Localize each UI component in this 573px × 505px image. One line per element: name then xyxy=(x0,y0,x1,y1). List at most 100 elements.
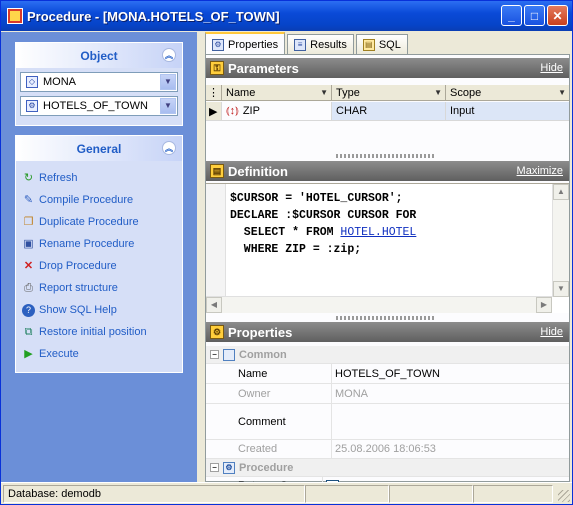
refresh-icon: ↻ xyxy=(23,171,34,184)
parameters-icon: ⚿ xyxy=(210,61,224,75)
task-compile-procedure[interactable]: ✎ Compile Procedure xyxy=(16,189,182,211)
sql-editor[interactable]: $CURSOR = 'HOTEL_CURSOR'; DECLARE :$CURSO… xyxy=(206,183,569,313)
parameter-icon: ⦅↕⦆ xyxy=(226,104,239,117)
scroll-down-icon[interactable]: ▼ xyxy=(553,281,569,297)
property-name-row[interactable]: Name HOTELS_OF_TOWN xyxy=(206,364,569,384)
execute-icon: ▶ xyxy=(24,347,33,360)
title-bar[interactable]: Procedure - [MONA.HOTELS_OF_TOWN] _ □ ✕ xyxy=(1,1,572,31)
editor-gutter xyxy=(206,184,226,313)
tab-properties[interactable]: ⚙ Properties xyxy=(205,32,286,55)
task-show-sql-help[interactable]: ? Show SQL Help xyxy=(16,299,182,321)
code-line: DECLARE :$CURSOR CURSOR FOR xyxy=(230,209,417,222)
maximize-button[interactable]: □ xyxy=(524,5,545,26)
task-report-structure[interactable]: ⎙ Report structure xyxy=(16,277,182,299)
column-scope[interactable]: Scope ▼ xyxy=(446,85,569,100)
property-created-row: Created 25.08.2006 18:06:53 xyxy=(206,440,569,459)
report-icon: ⎙ xyxy=(24,281,33,294)
row-indicator-icon: ▶ xyxy=(206,102,222,120)
grid-columns-icon[interactable]: ⋮ xyxy=(206,85,222,100)
scroll-left-icon[interactable]: ◀ xyxy=(206,297,222,313)
task-execute[interactable]: ▶ Execute xyxy=(16,343,182,365)
property-value: MONA xyxy=(335,387,368,400)
task-duplicate-procedure[interactable]: ❐ Duplicate Procedure xyxy=(16,211,182,233)
definition-title: Definition xyxy=(228,163,288,179)
param-type-cell[interactable]: CHAR xyxy=(332,102,446,120)
category-common[interactable]: − Common xyxy=(206,346,569,364)
procedure-combo[interactable]: ⚙ HOTELS_OF_TOWN ▼ xyxy=(20,96,178,116)
sql-icon: ▤ xyxy=(362,39,375,51)
general-group-header[interactable]: General ︽ xyxy=(16,136,182,161)
tab-label: Properties xyxy=(228,38,279,51)
procedure-value: HOTELS_OF_TOWN xyxy=(43,100,148,112)
property-value[interactable]: HOTELS_OF_TOWN xyxy=(332,364,569,383)
column-name[interactable]: Name ▼ xyxy=(222,85,332,100)
task-restore-initial-position[interactable]: ⧉ Restore initial position xyxy=(16,321,182,343)
object-group: Object ︽ ◇ MONA ▼ ⚙ HOTELS_OF_TOWN ▼ xyxy=(15,42,183,126)
close-button[interactable]: ✕ xyxy=(547,5,568,26)
horizontal-scrollbar[interactable]: ◀ ▶ xyxy=(206,296,552,313)
param-scope-cell[interactable]: Input xyxy=(446,102,569,120)
parameters-header: ⚿ Parameters Hide xyxy=(206,58,569,78)
task-rename-procedure[interactable]: ▣ Rename Procedure xyxy=(16,233,182,255)
database-combo[interactable]: ◇ MONA ▼ xyxy=(20,72,178,92)
code-line: $CURSOR = 'HOTEL_CURSOR'; xyxy=(230,192,403,205)
maximize-icon: □ xyxy=(530,8,539,23)
scroll-up-icon[interactable]: ▲ xyxy=(553,184,569,200)
database-value: MONA xyxy=(43,76,76,88)
collapse-icon[interactable]: ︽ xyxy=(162,141,176,155)
param-name-cell[interactable]: ⦅↕⦆ ZIP xyxy=(222,102,332,120)
property-value[interactable] xyxy=(332,404,569,439)
task-label: Refresh xyxy=(39,172,78,184)
procedure-icon: ⚙ xyxy=(26,100,38,112)
property-owner-row: Owner MONA xyxy=(206,384,569,404)
restore-icon: ⧉ xyxy=(24,325,33,338)
properties-icon: ⚙ xyxy=(212,38,224,51)
resize-grip[interactable] xyxy=(558,490,570,502)
code-block[interactable]: $CURSOR = 'HOTEL_CURSOR'; DECLARE :$CURSO… xyxy=(230,190,416,258)
splitter-handle[interactable] xyxy=(336,154,436,158)
tab-results[interactable]: ≡ Results xyxy=(287,34,354,55)
collapse-minus-icon[interactable]: − xyxy=(210,463,219,472)
code-line: WHERE ZIP = :zip; xyxy=(230,243,362,256)
window-title: Procedure - [MONA.HOTELS_OF_TOWN] xyxy=(27,8,280,24)
task-label: Rename Procedure xyxy=(39,238,135,250)
property-comment-row[interactable]: Comment xyxy=(206,404,569,440)
maximize-link[interactable]: Maximize xyxy=(517,165,563,177)
code-line: SELECT * FROM HOTEL.HOTEL xyxy=(230,226,417,239)
tab-bar: ⚙ Properties ≡ Results ▤ SQL xyxy=(205,32,410,55)
task-drop-procedure[interactable]: ✕ Drop Procedure xyxy=(16,255,182,277)
table-row[interactable]: ▶ ⦅↕⦆ ZIP CHAR Input xyxy=(206,102,569,121)
scroll-right-icon[interactable]: ▶ xyxy=(536,297,552,313)
definition-icon: ▤ xyxy=(210,164,224,178)
general-group-title: General xyxy=(76,141,122,156)
chevron-down-icon: ▼ xyxy=(558,88,566,97)
drop-icon: ✕ xyxy=(23,259,34,272)
column-type[interactable]: Type ▼ xyxy=(332,85,446,100)
task-refresh[interactable]: ↻ Refresh xyxy=(16,167,182,189)
procedure-window: Procedure - [MONA.HOTELS_OF_TOWN] _ □ ✕ … xyxy=(0,0,573,505)
tab-sql[interactable]: ▤ SQL xyxy=(355,34,408,55)
minimize-icon: _ xyxy=(508,8,515,23)
minimize-button[interactable]: _ xyxy=(501,5,522,26)
object-group-title: Object xyxy=(80,48,118,63)
task-label: Duplicate Procedure xyxy=(39,216,139,228)
chevron-down-icon: ▼ xyxy=(320,88,328,97)
chevron-down-icon[interactable]: ▼ xyxy=(160,98,176,114)
splitter-handle[interactable] xyxy=(336,316,436,320)
vertical-scrollbar[interactable]: ▲ ▼ xyxy=(552,184,569,297)
task-label: Drop Procedure xyxy=(39,260,117,272)
collapse-icon[interactable]: ︽ xyxy=(162,48,176,62)
properties-icon: ⚙ xyxy=(210,325,224,339)
task-label: Restore initial position xyxy=(39,326,147,338)
object-group-header[interactable]: Object ︽ xyxy=(16,43,182,68)
chevron-down-icon[interactable]: ▼ xyxy=(160,74,176,90)
parameters-hide-link[interactable]: Hide xyxy=(540,62,563,74)
navigation-panel: Object ︽ ◇ MONA ▼ ⚙ HOTELS_OF_TOWN ▼ Gen… xyxy=(1,32,197,482)
category-procedure[interactable]: − ⚙ Procedure xyxy=(206,459,569,477)
task-label: Show SQL Help xyxy=(39,304,117,316)
property-label: Owner xyxy=(206,384,332,403)
properties-hide-link[interactable]: Hide xyxy=(540,326,563,338)
property-value: 25.08.2006 18:06:53 xyxy=(335,443,436,455)
table-link[interactable]: HOTEL.HOTEL xyxy=(340,226,416,239)
collapse-minus-icon[interactable]: − xyxy=(210,350,219,359)
